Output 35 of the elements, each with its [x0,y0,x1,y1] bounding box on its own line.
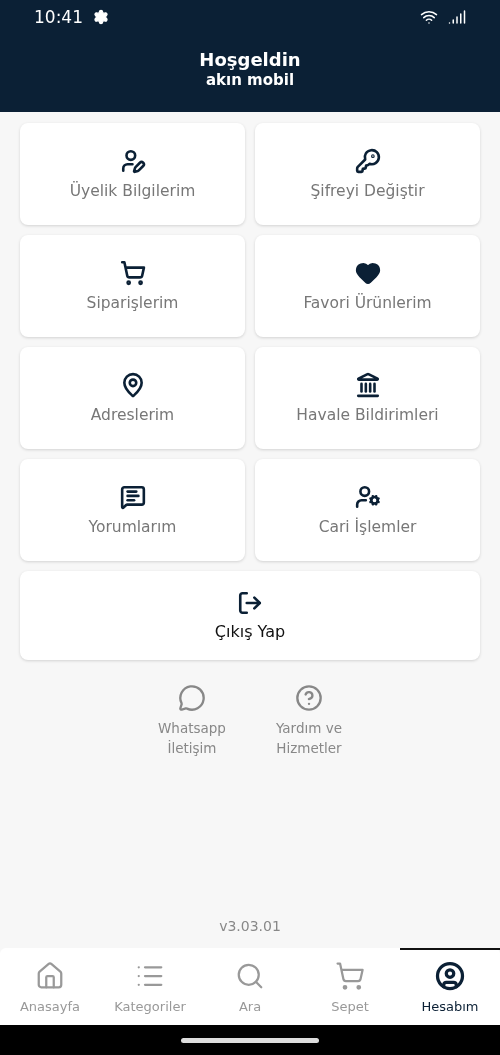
logout-button[interactable]: Çıkış Yap [20,571,480,660]
cart-icon [119,260,146,286]
user-gear-icon [354,484,381,510]
menu-card[interactable]: Adreslerim [20,347,245,449]
help-icon [294,684,323,712]
chat-icon [177,684,206,712]
nav-tab[interactable]: Ara [200,948,300,1025]
menu-card[interactable]: Üyelik Bilgilerim [20,123,245,225]
settings-icon [93,8,109,25]
menu-card[interactable]: Şifreyi Değiştir [255,123,480,225]
help-link[interactable]: Yardım ve Hizmetler [275,684,342,758]
search-icon [235,961,265,991]
status-time: 10:41 [34,6,83,27]
nav-tab[interactable]: Kategoriler [100,948,200,1025]
user-icon [435,961,465,991]
help-link[interactable]: Whatsapp İletişim [158,684,226,758]
cart-icon [335,961,365,991]
menu-card[interactable]: Siparişlerim [20,235,245,337]
menu-card[interactable]: Havale Bildirimleri [255,347,480,449]
user-edit-icon [119,148,146,174]
logout-icon [237,590,263,616]
key-icon [354,148,381,174]
welcome-title: Hoşgeldin [199,49,301,70]
nav-tab[interactable]: Sepet [300,948,400,1025]
menu-card[interactable]: Cari İşlemler [255,459,480,561]
home-icon [35,961,65,991]
menu-card[interactable]: Favori Ürünlerim [255,235,480,337]
menu-card[interactable]: Yorumlarım [20,459,245,561]
user-name: akın mobil [205,71,295,89]
bank-icon [354,372,381,398]
nav-tab[interactable]: Anasayfa [0,948,100,1025]
heart-icon [354,260,381,286]
version-text: v3.03.01 [219,918,281,934]
signal-icon [448,7,466,26]
comment-icon [119,484,146,510]
